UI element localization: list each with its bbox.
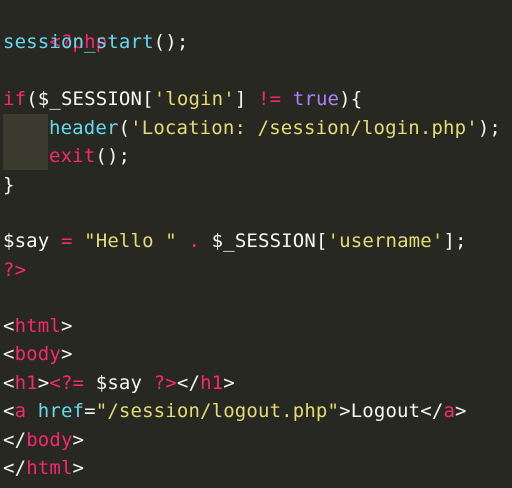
- punctuation: ]: [234, 88, 247, 110]
- tag-bracket: >: [455, 400, 467, 422]
- function-name: session_start: [3, 31, 154, 53]
- code-line-14: <h1><?= $say ?></h1>: [3, 369, 235, 397]
- string: 'Location: /session/login.php': [130, 117, 478, 139]
- punctuation: =: [84, 400, 96, 422]
- operator: .: [176, 230, 212, 252]
- keyword: if: [3, 88, 27, 110]
- code-line-15: <a href="/session/logout.php">Logout</a>: [3, 397, 467, 425]
- tag-bracket: <: [3, 343, 15, 365]
- tag-bracket: >: [60, 343, 73, 365]
- tag-bracket: >: [223, 372, 235, 394]
- punctuation: (: [26, 88, 38, 110]
- variable: $say: [95, 372, 143, 394]
- punctuation: (: [118, 117, 131, 139]
- attribute-value: "/session/logout.php": [95, 400, 340, 422]
- php-close-tag: ?>: [3, 259, 27, 281]
- code-line-12: <html>: [3, 312, 73, 340]
- link-text: Logout: [350, 400, 421, 422]
- tag-bracket: >: [37, 372, 50, 394]
- punctuation: [: [142, 88, 154, 110]
- punctuation: );: [477, 117, 501, 139]
- punctuation: ();: [153, 31, 189, 53]
- tag-bracket: <: [3, 315, 15, 337]
- tag-name: body: [14, 343, 61, 365]
- tag-name: a: [443, 400, 456, 422]
- variable: $_SESSION: [211, 230, 316, 252]
- string: 'login': [153, 88, 235, 110]
- function-name: header: [49, 117, 119, 139]
- string: 'username': [327, 230, 444, 252]
- code-line-6: exit();: [49, 142, 130, 170]
- string: "Hello ": [84, 230, 177, 252]
- tag-bracket: >: [339, 400, 351, 422]
- tag-name: h1: [14, 372, 38, 394]
- tag-bracket: >: [72, 429, 85, 451]
- variable: $say: [3, 230, 50, 252]
- tag-bracket: <: [3, 400, 15, 422]
- keyword: exit: [49, 145, 96, 167]
- php-echo-open-tag: <?=: [49, 372, 85, 394]
- tag-name: h1: [200, 372, 224, 394]
- tag-bracket: </: [3, 429, 27, 451]
- code-editor[interactable]: <?php session_start(); if($_SESSION['log…: [0, 0, 512, 488]
- code-line-17: </html>: [3, 454, 84, 482]
- tag-name: body: [26, 429, 73, 451]
- punctuation: {: [350, 88, 363, 110]
- code-line-4: if($_SESSION['login'] != true){: [3, 85, 362, 113]
- code-line-13: <body>: [3, 340, 73, 368]
- code-line-1: <?php: [3, 0, 107, 53]
- punctuation: [: [315, 230, 328, 252]
- variable: $_SESSION: [37, 88, 143, 110]
- code-line-9: $say = "Hello " . $_SESSION['username'];: [3, 227, 467, 255]
- php-close-tag: ?>: [153, 372, 177, 394]
- indent-guide: [3, 142, 48, 170]
- code-line-2: session_start();: [3, 28, 188, 56]
- code-line-5: header('Location: /session/login.php');: [49, 114, 501, 142]
- punctuation: ];: [443, 230, 467, 252]
- punctuation: }: [3, 174, 15, 196]
- attribute-name: href: [37, 400, 85, 422]
- punctuation: ): [339, 88, 351, 110]
- tag-name: html: [26, 457, 73, 479]
- tag-bracket: <: [3, 372, 15, 394]
- operator: !=: [246, 88, 293, 110]
- code-line-7: }: [3, 171, 15, 199]
- tag-bracket: </: [3, 457, 27, 479]
- tag-bracket: </: [420, 400, 444, 422]
- tag-bracket: </: [176, 372, 201, 394]
- tag-name: html: [14, 315, 61, 337]
- punctuation: ();: [95, 145, 131, 167]
- code-line-16: </body>: [3, 426, 84, 454]
- code-line-10: ?>: [3, 256, 26, 284]
- constant: true: [292, 88, 340, 110]
- indent-guide: [3, 114, 48, 142]
- operator: =: [49, 230, 85, 252]
- tag-bracket: >: [60, 315, 73, 337]
- tag-bracket: >: [72, 457, 85, 479]
- tag-name: a: [14, 400, 27, 422]
